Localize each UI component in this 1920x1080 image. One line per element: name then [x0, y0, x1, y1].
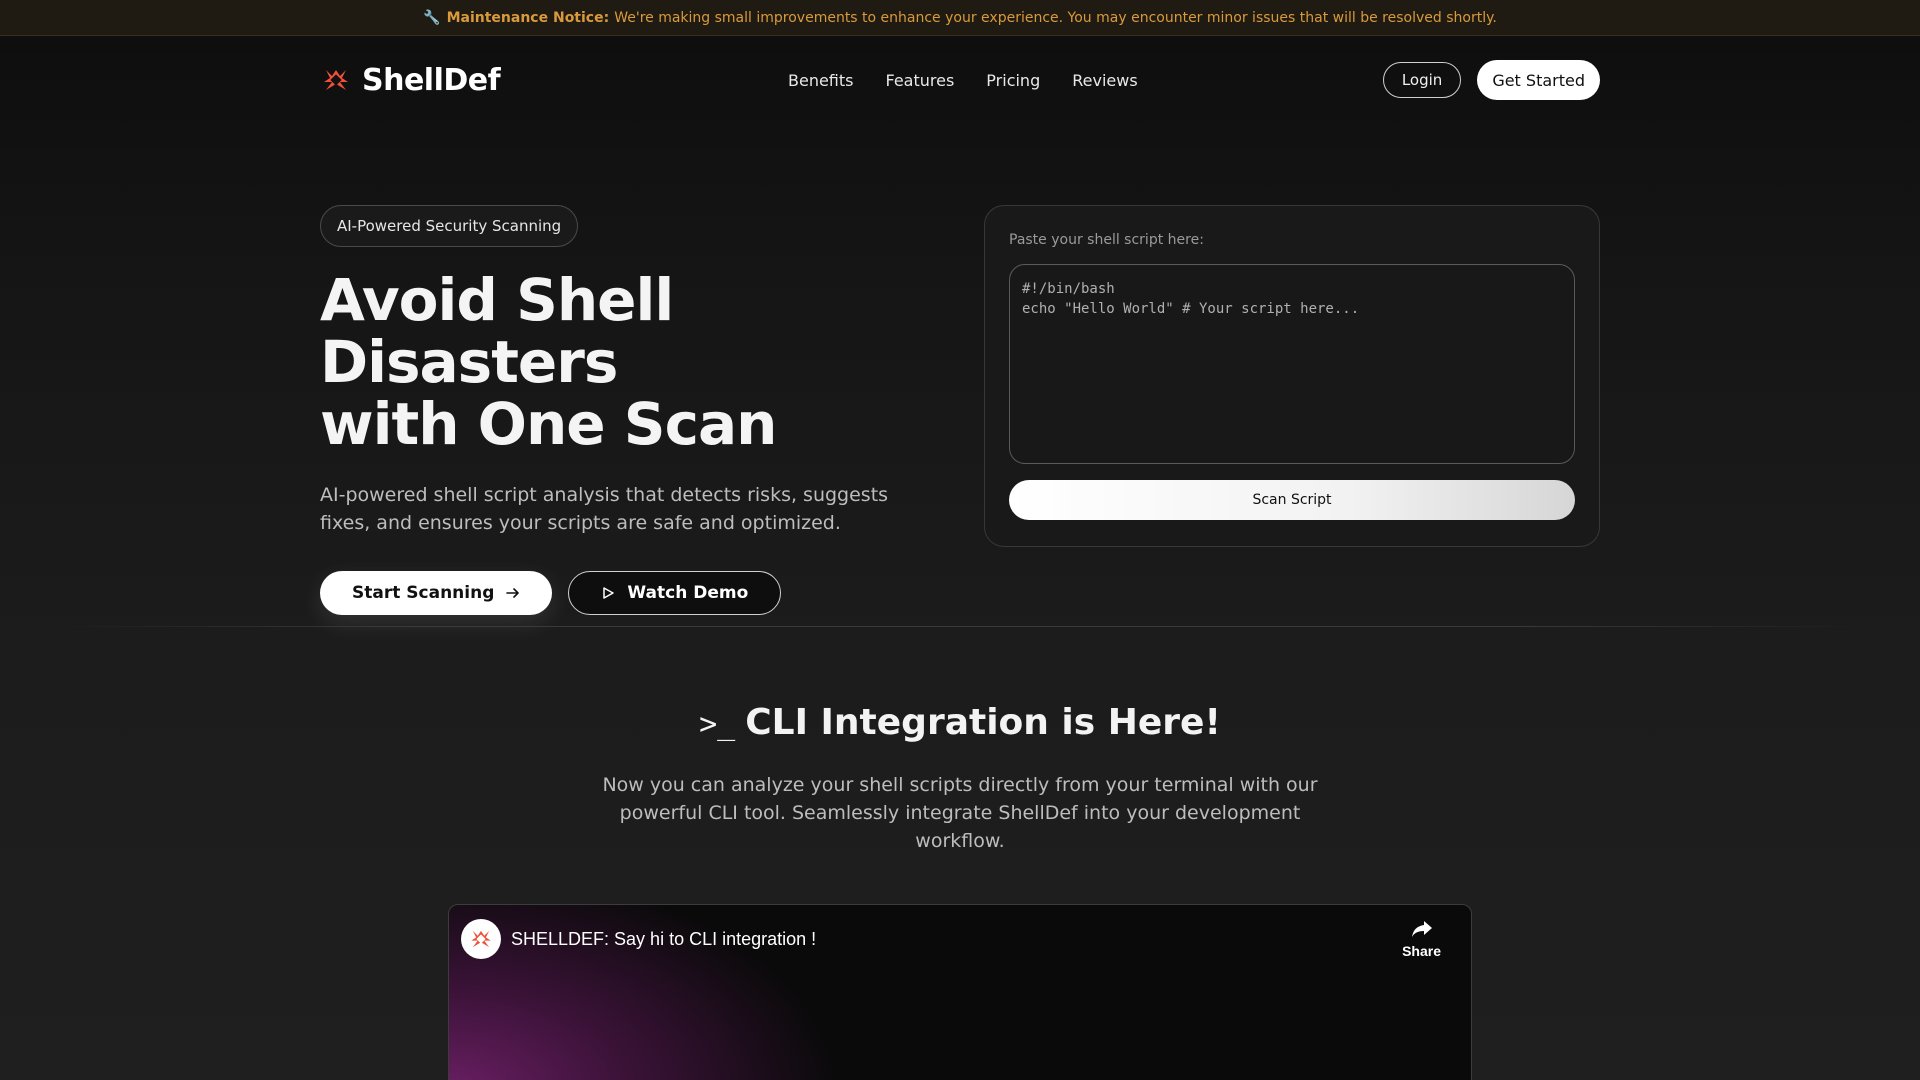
- video-header: SHELLDEF: Say hi to CLI integration !: [461, 919, 816, 959]
- wrench-icon: 🔧: [423, 9, 441, 26]
- hero-pill-badge: AI-Powered Security Scanning: [320, 205, 579, 247]
- nav-link-reviews[interactable]: Reviews: [1072, 71, 1137, 90]
- script-scanner-card: Paste your shell script here: Scan Scrip…: [984, 205, 1600, 547]
- get-started-button[interactable]: Get Started: [1477, 60, 1600, 100]
- hero-subtitle: AI-powered shell script analysis that de…: [320, 484, 889, 534]
- script-input-label: Paste your shell script here:: [1009, 232, 1204, 248]
- hero-ctas: Start Scanning Watch Demo: [320, 571, 940, 615]
- hero-title: Avoid Shell Disasters with One Scan: [320, 269, 940, 455]
- share-button[interactable]: Share: [1402, 919, 1441, 959]
- share-icon: [1411, 921, 1432, 937]
- start-scanning-button[interactable]: Start Scanning: [320, 571, 553, 615]
- nav-link-features[interactable]: Features: [886, 71, 955, 90]
- login-button[interactable]: Login: [1382, 62, 1462, 98]
- nav-link-benefits[interactable]: Benefits: [788, 71, 854, 90]
- hero-title-line1: Avoid Shell Disasters: [320, 266, 674, 396]
- hero: AI-Powered Security Scanning Avoid Shell…: [320, 205, 940, 615]
- watch-demo-label: Watch Demo: [627, 583, 749, 603]
- notice-label: Maintenance Notice:: [446, 9, 610, 26]
- share-label: Share: [1402, 943, 1441, 959]
- page: 🔧 Maintenance Notice: We're making small…: [0, 0, 1920, 1080]
- maintenance-notice: 🔧 Maintenance Notice: We're making small…: [0, 0, 1920, 36]
- notice-text: We're making small improvements to enhan…: [614, 9, 1497, 26]
- channel-avatar[interactable]: [461, 919, 501, 959]
- play-icon: [603, 587, 615, 599]
- nav-link-pricing[interactable]: Pricing: [986, 71, 1040, 90]
- arrow-right-icon: [506, 588, 520, 598]
- cli-description: Now you can analyze your shell scripts d…: [602, 774, 1318, 852]
- terminal-icon: >_: [699, 707, 736, 742]
- section-divider: [50, 626, 1870, 627]
- video-title[interactable]: SHELLDEF: Say hi to CLI integration !: [511, 929, 816, 950]
- hero-title-line2: with One Scan: [320, 390, 777, 458]
- nav-links: Benefits Features Pricing Reviews: [788, 71, 1138, 90]
- cli-section-title: >_ CLI Integration is Here!: [0, 702, 1920, 743]
- script-input[interactable]: [1009, 264, 1575, 464]
- logo[interactable]: ShellDef: [320, 62, 501, 98]
- cli-title-text: CLI Integration is Here!: [745, 702, 1221, 743]
- nav-actions: Login Get Started: [1382, 60, 1600, 100]
- video-player[interactable]: SHELLDEF: Say hi to CLI integration ! Sh…: [448, 904, 1472, 1080]
- scan-script-button[interactable]: Scan Script: [1009, 480, 1575, 520]
- shelldef-logo-icon: [471, 930, 491, 948]
- watch-demo-button[interactable]: Watch Demo: [568, 571, 782, 615]
- start-scanning-label: Start Scanning: [352, 583, 495, 603]
- top-nav: ShellDef Benefits Features Pricing Revie…: [320, 36, 1600, 124]
- shelldef-logo-icon: [324, 70, 348, 90]
- brand-name: ShellDef: [362, 62, 501, 98]
